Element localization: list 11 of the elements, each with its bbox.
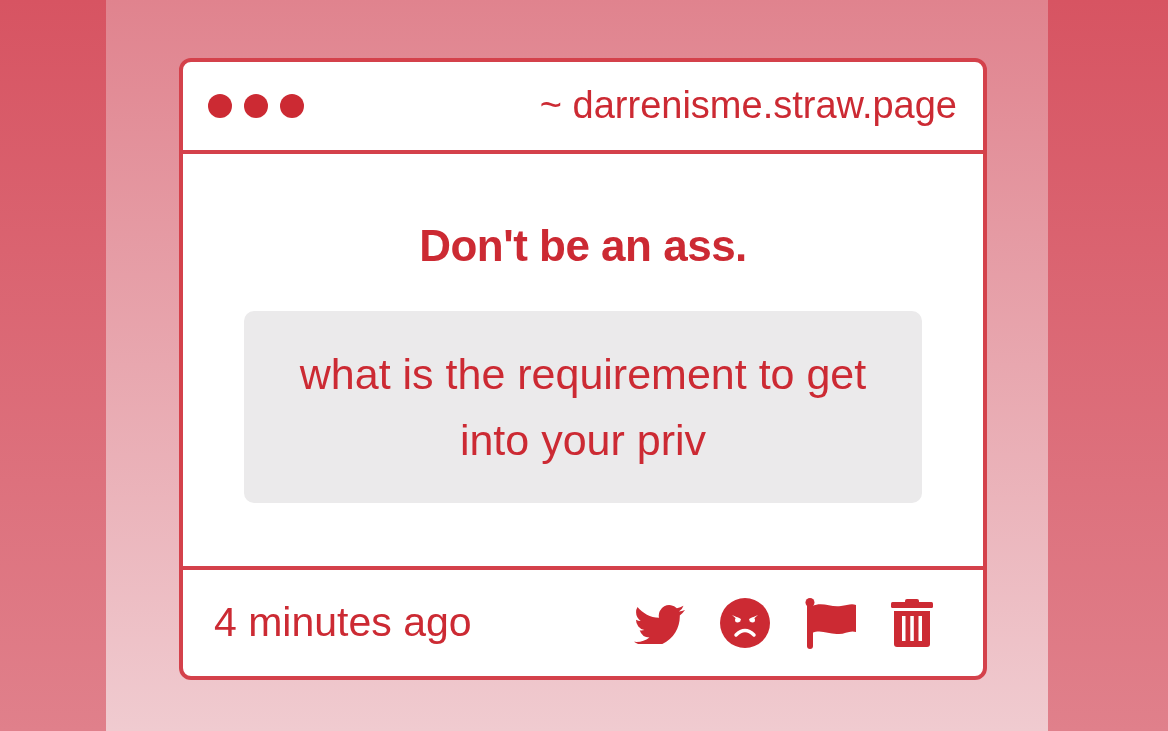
window-dot-icon [280,94,304,118]
message-title: Don't be an ass. [418,220,748,272]
flag-icon[interactable] [805,597,856,649]
bird-icon[interactable] [634,602,685,644]
angry-face-icon[interactable] [720,598,770,648]
window-dot-icon [244,94,268,118]
trash-icon[interactable] [891,599,933,647]
timestamp: 4 minutes ago [214,598,472,648]
question-text: what is the requirement to get into your priv [244,310,922,503]
window-dot-icon [208,94,232,118]
site-address: ~ darrenisme.straw.page [539,83,957,129]
